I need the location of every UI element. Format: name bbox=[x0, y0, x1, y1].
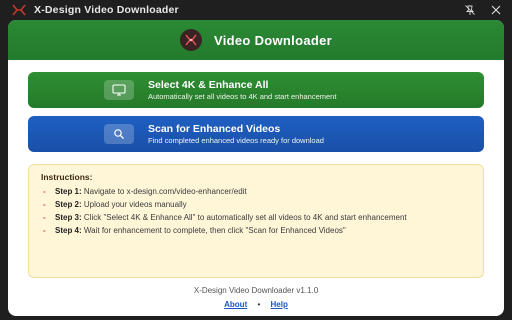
select-4k-label: Select 4K & Enhance All bbox=[148, 78, 269, 91]
step-bullet: - bbox=[43, 213, 46, 222]
instruction-step: - Step 3: Click "Select 4K & Enhance All… bbox=[41, 213, 471, 224]
step-label: Step 3: bbox=[55, 213, 82, 222]
step-text: Click "Select 4K & Enhance All" to autom… bbox=[83, 213, 407, 222]
x-design-logo-icon bbox=[180, 29, 203, 51]
footer-links: About • Help bbox=[8, 300, 504, 309]
instruction-step: - Step 4: Wait for enhancement to comple… bbox=[41, 226, 471, 237]
step-text: Wait for enhancement to complete, then c… bbox=[83, 226, 346, 235]
step-label: Step 1: bbox=[55, 187, 82, 196]
scan-enhanced-videos-button[interactable]: Scan for Enhanced Videos Find completed … bbox=[28, 116, 484, 152]
window-controls bbox=[464, 0, 502, 20]
instruction-step: - Step 1: Navigate to x-design.com/video… bbox=[41, 187, 471, 198]
scan-label: Scan for Enhanced Videos bbox=[148, 122, 281, 135]
step-text: Upload your videos manually bbox=[83, 200, 187, 209]
window-title: X-Design Video Downloader bbox=[34, 4, 179, 16]
select-4k-enhance-all-button[interactable]: Select 4K & Enhance All Automatically se… bbox=[28, 72, 484, 108]
step-label: Step 2: bbox=[55, 200, 82, 209]
pin-off-icon[interactable] bbox=[464, 4, 476, 16]
header-bar: Video Downloader bbox=[8, 20, 504, 60]
instructions-title: Instructions: bbox=[41, 172, 93, 182]
step-bullet: - bbox=[43, 200, 46, 209]
version-text: X-Design Video Downloader v1.1.0 bbox=[193, 286, 319, 295]
monitor-icon bbox=[104, 80, 134, 100]
step-bullet: - bbox=[43, 226, 46, 235]
step-bullet: - bbox=[43, 187, 46, 196]
scan-description: Find completed enhanced videos ready for… bbox=[148, 135, 324, 145]
instructions-box: Instructions: - Step 1: Navigate to x-de… bbox=[28, 164, 484, 278]
x-design-logo-icon bbox=[12, 4, 26, 16]
close-icon[interactable] bbox=[490, 4, 502, 16]
search-icon bbox=[104, 124, 134, 144]
help-link[interactable]: Help bbox=[271, 300, 288, 309]
window-titlebar: X-Design Video Downloader bbox=[0, 0, 512, 20]
footer-separator: • bbox=[257, 300, 261, 309]
step-label: Step 4: bbox=[55, 226, 82, 235]
popup-panel: Video Downloader Select 4K & Enhance All… bbox=[8, 20, 504, 316]
about-link[interactable]: About bbox=[224, 300, 247, 309]
select-4k-description: Automatically set all videos to 4K and s… bbox=[148, 91, 337, 101]
step-text: Navigate to x-design.com/video-enhancer/… bbox=[83, 187, 247, 196]
header-title: Video Downloader bbox=[214, 32, 332, 48]
instruction-step: - Step 2: Upload your videos manually bbox=[41, 200, 471, 211]
